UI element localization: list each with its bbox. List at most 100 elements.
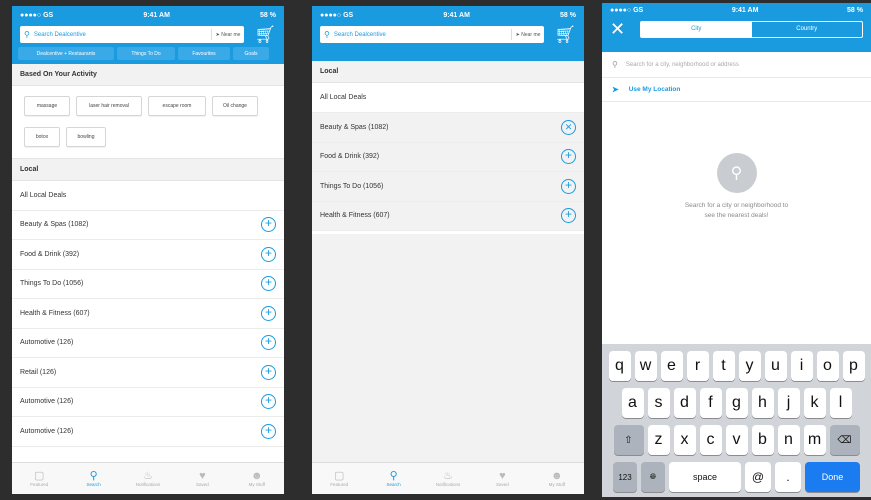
tab-notifications[interactable]: ♨ Notifications xyxy=(121,463,175,494)
tab-saved[interactable]: ♥ Saved xyxy=(475,463,529,494)
tag-chip[interactable]: botox xyxy=(24,127,60,147)
search-input[interactable]: ⚲ Search Dealcentive ➤ Near me xyxy=(320,26,545,43)
category-row[interactable]: Automotive (126) + xyxy=(12,329,284,358)
tab-my-stuff[interactable]: ☻ My Stuff xyxy=(230,463,284,494)
letter-key[interactable]: b xyxy=(751,425,774,455)
numbers-key[interactable]: 123 xyxy=(613,462,637,492)
expand-plus-icon[interactable]: + xyxy=(561,208,576,224)
tab-search[interactable]: ⚲ Search xyxy=(66,463,120,494)
expand-plus-icon[interactable]: + xyxy=(261,246,276,262)
chip-things-to-do[interactable]: Things To Do xyxy=(117,47,175,60)
letter-key[interactable]: m xyxy=(803,425,826,455)
search-icon: ⚲ xyxy=(89,470,98,482)
letter-key[interactable]: n xyxy=(777,425,800,455)
letter-key[interactable]: d xyxy=(673,388,696,418)
tag-chip[interactable]: laser hair removal xyxy=(76,96,142,116)
expand-plus-icon[interactable]: + xyxy=(261,335,276,351)
category-row[interactable]: Health & Fitness (607) + xyxy=(12,299,284,329)
at-key[interactable]: @ xyxy=(745,462,771,492)
category-row[interactable]: Food & Drink (392) + xyxy=(12,240,284,270)
chip-favourites[interactable]: Favourites xyxy=(178,47,230,60)
collapse-icon[interactable]: ✕ xyxy=(561,119,576,135)
letter-key[interactable]: w xyxy=(634,351,657,381)
expand-plus-icon[interactable]: + xyxy=(261,394,276,410)
dot-key[interactable]: . xyxy=(775,462,801,492)
category-row[interactable]: Retail (126) + xyxy=(12,358,284,388)
chip-restaurants[interactable]: Dealcentive + Restaurants xyxy=(18,47,114,60)
letter-key[interactable]: x xyxy=(673,425,696,455)
tag-chip[interactable]: escape room xyxy=(148,96,206,116)
tag-chip[interactable]: Oil change xyxy=(212,96,258,116)
phone-search-home: ●●●●○ GS 9:41 AM 58 % ⚲ Search Dealcenti… xyxy=(12,6,284,494)
cart-icon[interactable]: 🛒︎ xyxy=(254,26,276,43)
all-local-deals-row[interactable]: All Local Deals xyxy=(312,83,584,113)
letter-key[interactable]: z xyxy=(647,425,670,455)
expand-plus-icon[interactable]: + xyxy=(561,178,576,194)
shift-key[interactable]: ⇧ xyxy=(613,425,644,455)
close-icon[interactable]: ✕ xyxy=(610,20,630,38)
letter-key[interactable]: v xyxy=(725,425,748,455)
segment-country[interactable]: Country xyxy=(752,22,863,37)
expand-plus-icon[interactable]: + xyxy=(261,423,276,439)
tab-featured[interactable]: ▢ Featured xyxy=(12,463,66,494)
location-search-input[interactable]: ⚲ Search for a city, neighborhood or add… xyxy=(602,52,871,78)
letter-key[interactable]: u xyxy=(764,351,787,381)
use-my-location-button[interactable]: ➤ Use My Location xyxy=(602,78,871,102)
tab-featured[interactable]: ▢ Featured xyxy=(312,463,366,494)
letter-key[interactable]: s xyxy=(647,388,670,418)
category-row[interactable]: Automotive (126) + xyxy=(12,417,284,447)
letter-key[interactable]: g xyxy=(725,388,748,418)
letter-key[interactable]: e xyxy=(660,351,683,381)
expand-plus-icon[interactable]: + xyxy=(561,149,576,165)
globe-icon[interactable]: 🌐︎ xyxy=(641,462,665,492)
expand-plus-icon[interactable]: + xyxy=(261,364,276,380)
letter-key[interactable]: t xyxy=(712,351,735,381)
category-row[interactable]: Things To Do (1056) + xyxy=(12,270,284,299)
letter-key[interactable]: p xyxy=(842,351,865,381)
category-row[interactable]: Food & Drink (392) + xyxy=(312,143,584,172)
keyboard-row: 123 🌐︎ space @ . Done xyxy=(604,462,869,492)
segment-city[interactable]: City xyxy=(641,21,752,37)
tab-saved[interactable]: ♥ Saved xyxy=(175,463,229,494)
category-row[interactable]: Health & Fitness (607) + xyxy=(312,202,584,231)
space-key[interactable]: space xyxy=(669,462,741,492)
expand-plus-icon[interactable]: + xyxy=(261,217,276,233)
done-key[interactable]: Done xyxy=(805,462,860,492)
category-row[interactable]: Beauty & Spas (1082) ✕ xyxy=(312,113,584,143)
tag-chip[interactable]: massage xyxy=(24,96,70,116)
letter-key[interactable]: l xyxy=(829,388,852,418)
category-row[interactable]: Automotive (126) + xyxy=(12,388,284,417)
all-local-deals-row[interactable]: All Local Deals xyxy=(12,181,284,211)
backspace-key[interactable]: ⌫ xyxy=(829,425,860,455)
cart-icon[interactable]: 🛒︎ xyxy=(554,26,576,43)
letter-key[interactable]: c xyxy=(699,425,722,455)
letter-key[interactable]: q xyxy=(608,351,631,381)
letter-key[interactable]: j xyxy=(777,388,800,418)
category-list: Beauty & Spas (1082) + Food & Drink (392) +… xyxy=(12,211,284,447)
letter-key[interactable]: r xyxy=(686,351,709,381)
letter-key[interactable]: h xyxy=(751,388,774,418)
category-row[interactable]: Things To Do (1056) + xyxy=(312,172,584,202)
near-me-button[interactable]: ➤ Near me xyxy=(210,29,240,40)
near-me-button[interactable]: ➤ Near me xyxy=(510,29,540,40)
tab-label: Search xyxy=(86,482,101,487)
letter-key[interactable]: f xyxy=(699,388,722,418)
letter-key[interactable]: y xyxy=(738,351,761,381)
expand-plus-icon[interactable]: + xyxy=(261,305,276,321)
tag-chip[interactable]: bowling xyxy=(66,127,106,147)
category-row[interactable]: Beauty & Spas (1082) + xyxy=(12,211,284,240)
search-input[interactable]: ⚲ Search Dealcentive ➤ Near me xyxy=(20,26,245,43)
letter-key[interactable]: a xyxy=(621,388,644,418)
chip-goals[interactable]: Goals xyxy=(233,47,269,60)
expand-plus-icon[interactable]: + xyxy=(261,276,276,292)
tab-notifications[interactable]: ♨ Notifications xyxy=(421,463,475,494)
letter-key[interactable]: i xyxy=(790,351,813,381)
letter-key[interactable]: o xyxy=(816,351,839,381)
person-icon: ☻ xyxy=(251,470,263,482)
tab-search[interactable]: ⚲ Search xyxy=(366,463,420,494)
phone-location-picker: ●●●●○ GS 9:41 AM 58 % ✕ City Country ⚲ S… xyxy=(602,3,871,497)
tab-my-stuff[interactable]: ☻ My Stuff xyxy=(530,463,584,494)
tab-label: Saved xyxy=(196,482,209,487)
header: ●●●●○ GS 9:41 AM 58 % ✕ City Country xyxy=(602,3,871,52)
letter-key[interactable]: k xyxy=(803,388,826,418)
